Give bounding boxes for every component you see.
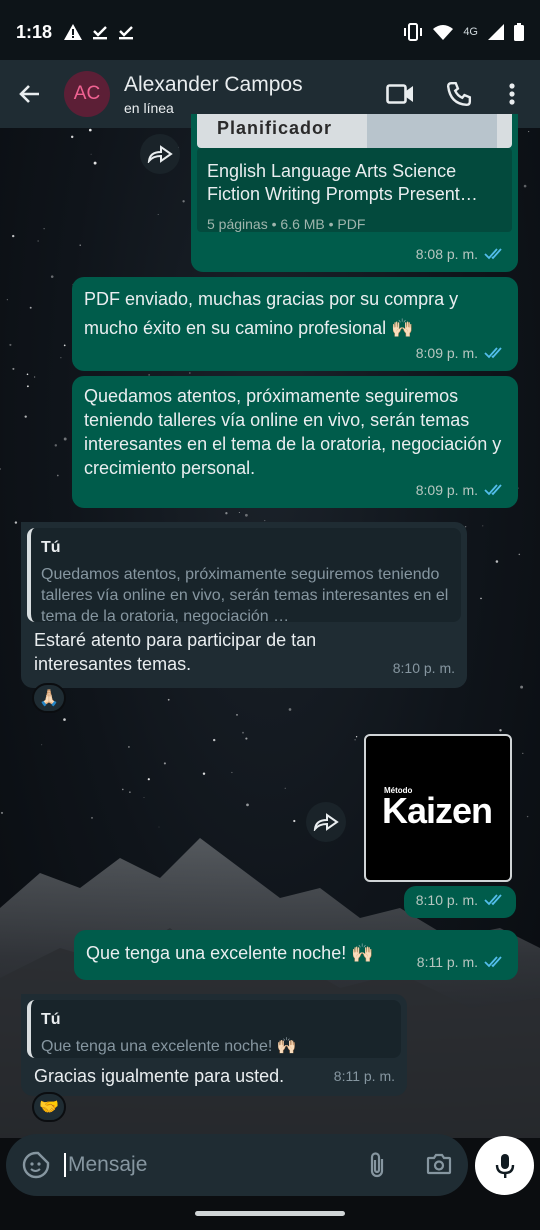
message-meta: 8:09 p. m.	[416, 341, 506, 365]
status-bar: 1:18 4G	[0, 0, 540, 64]
message-time: 8:09 p. m.	[415, 345, 478, 361]
document-thumbnail-text: Planificador	[217, 118, 333, 138]
message-time: 8:09 p. m.	[415, 482, 478, 498]
reaction-emoji: 🤝	[39, 1099, 59, 1116]
status-time: 1:18	[16, 21, 53, 42]
forward-icon	[313, 813, 339, 831]
download-done-icon	[93, 26, 108, 40]
battery-icon	[514, 23, 524, 41]
image-meta-bubble: 8:10 p. m.	[404, 886, 516, 918]
message-meta: 8:10 p. m.	[416, 888, 506, 912]
document-card: English Language Arts Science Fiction Wr…	[197, 148, 512, 232]
document-thumbnail: Planificador	[197, 114, 512, 148]
forward-button[interactable]	[140, 134, 180, 174]
message-meta: 8:11 p. m.	[334, 1064, 395, 1088]
double-check-icon	[484, 956, 502, 968]
message-time: 8:10 p. m.	[415, 892, 478, 908]
sticker-icon[interactable]	[22, 1151, 50, 1179]
contact-name: Alexander Campos	[124, 72, 303, 96]
avatar[interactable]: AC	[64, 71, 110, 117]
quoted-message[interactable]: Tú Que tenga una excelente noche! 🙌🏻	[27, 1000, 401, 1058]
message-text: Quedamos atentos, próximamente seguiremo…	[84, 386, 502, 478]
document-thumbnail-photo	[367, 114, 497, 148]
message-input[interactable]: Mensaje	[64, 1153, 147, 1177]
incoming-message[interactable]: Tú Quedamos atentos, próximamente seguir…	[21, 522, 467, 688]
arrow-back-icon	[19, 85, 39, 103]
microphone-icon	[495, 1153, 514, 1178]
phone-icon	[446, 81, 472, 107]
attach-icon[interactable]	[366, 1151, 388, 1179]
voice-call-button[interactable]	[441, 76, 477, 112]
signal-icon	[488, 24, 504, 40]
navigation-bar	[0, 1198, 540, 1230]
document-message[interactable]: Planificador English Language Arts Scien…	[191, 114, 518, 272]
video-camera-icon	[386, 84, 413, 104]
home-indicator[interactable]	[195, 1211, 345, 1216]
contact-info[interactable]: Alexander Campos en línea	[124, 73, 303, 116]
more-vert-icon	[509, 83, 515, 105]
wifi-icon	[433, 25, 454, 40]
vibrate-icon	[404, 23, 423, 41]
message-text: PDF enviado, muchas gracias por su compr…	[84, 289, 459, 338]
message-time: 8:10 p. m.	[392, 660, 455, 676]
double-check-icon	[484, 347, 502, 359]
message-meta: 8:09 p. m.	[416, 478, 506, 502]
incoming-message[interactable]: Tú Que tenga una excelente noche! 🙌🏻 Gra…	[21, 994, 407, 1096]
more-options-button[interactable]	[494, 76, 530, 112]
forward-icon	[147, 145, 173, 163]
network-type: 4G	[463, 26, 478, 38]
message-time: 8:11 p. m.	[416, 954, 478, 970]
outgoing-message[interactable]: Que tenga una excelente noche! 🙌🏻 8:11 p…	[74, 930, 518, 980]
reaction-badge[interactable]: 🙏🏻	[32, 683, 66, 713]
video-call-button[interactable]	[382, 76, 418, 112]
quote-text: Que tenga una excelente noche! 🙌🏻	[41, 1038, 297, 1055]
outgoing-message[interactable]: PDF enviado, muchas gracias por su compr…	[72, 277, 518, 371]
warning-icon	[64, 24, 83, 40]
voice-record-button[interactable]	[475, 1136, 534, 1195]
document-title: English Language Arts Science Fiction Wr…	[207, 161, 478, 204]
message-meta: 8:08 p. m.	[416, 242, 506, 266]
message-meta: 8:11 p. m.	[417, 950, 506, 974]
double-check-icon	[484, 894, 502, 906]
reaction-badge[interactable]: 🤝	[32, 1092, 66, 1122]
outgoing-message[interactable]: Quedamos atentos, próximamente seguiremo…	[72, 376, 518, 508]
download-done-icon	[119, 26, 134, 40]
quote-text: Quedamos atentos, próximamente seguiremo…	[41, 566, 449, 625]
message-time: 8:11 p. m.	[333, 1068, 395, 1084]
quoted-message[interactable]: Tú Quedamos atentos, próximamente seguir…	[27, 528, 461, 625]
message-composer: Mensaje	[6, 1134, 468, 1196]
double-check-icon	[484, 248, 502, 260]
image-brand-text: Kaizen	[382, 790, 493, 831]
message-time: 8:08 p. m.	[415, 246, 478, 262]
message-text: Estaré atento para participar de tan int…	[34, 630, 317, 674]
quote-author: Tú	[41, 1011, 61, 1028]
quote-author: Tú	[41, 539, 61, 556]
reaction-emoji: 🙏🏻	[39, 690, 59, 707]
message-meta: 8:10 p. m.	[393, 656, 455, 680]
document-meta: 5 páginas • 6.6 MB • PDF	[207, 216, 366, 232]
back-button[interactable]	[14, 78, 46, 110]
image-message[interactable]: Método Kaizen	[364, 734, 512, 882]
avatar-initials: AC	[73, 83, 101, 104]
camera-icon[interactable]	[426, 1152, 452, 1176]
double-check-icon	[484, 484, 502, 496]
forward-button[interactable]	[306, 802, 346, 842]
